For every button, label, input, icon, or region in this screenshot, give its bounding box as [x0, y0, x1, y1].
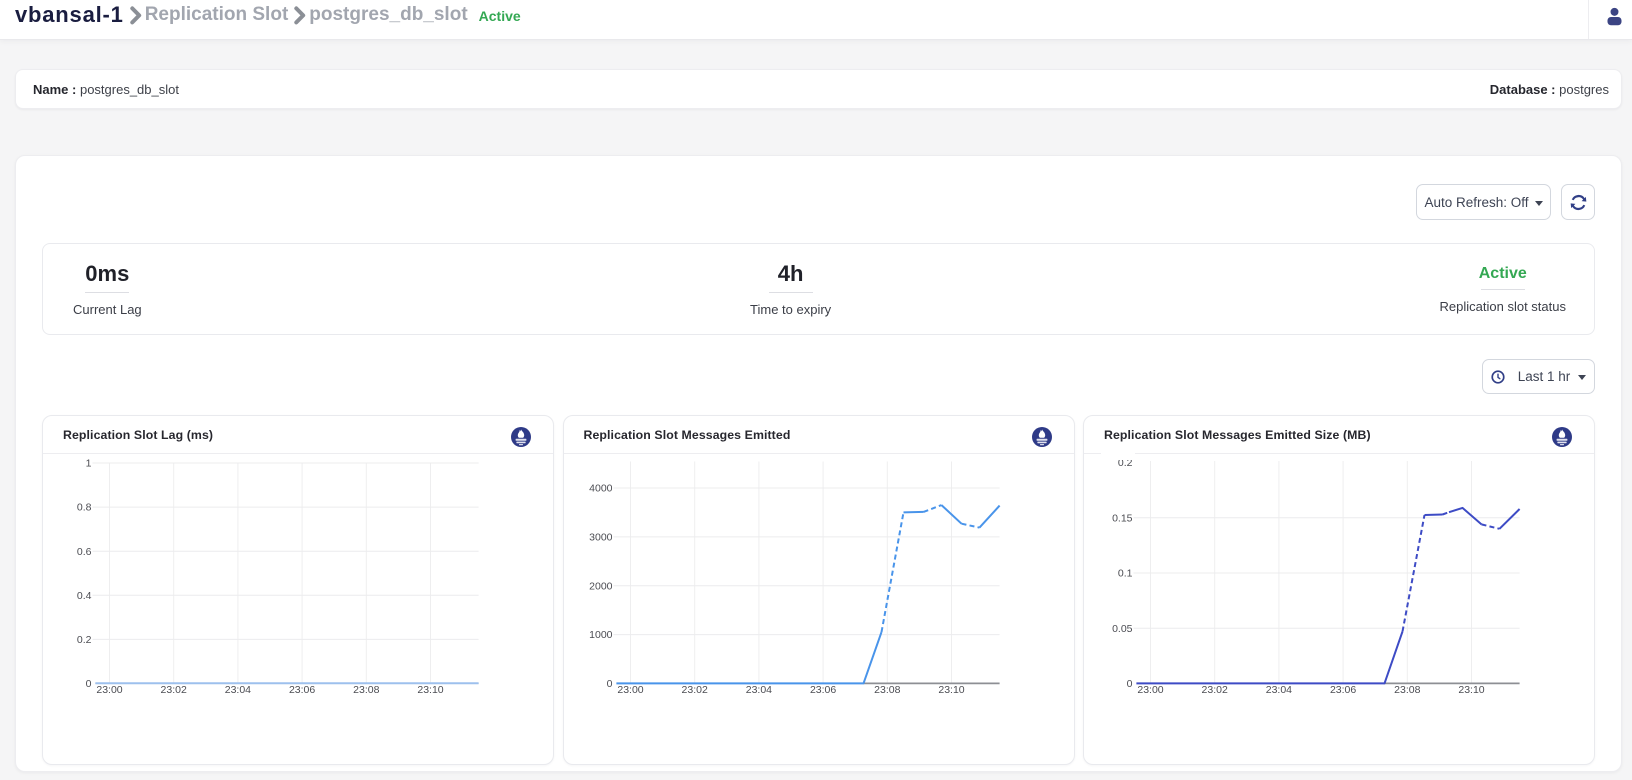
- svg-text:23:02: 23:02: [681, 684, 707, 696]
- svg-text:0: 0: [1127, 678, 1133, 690]
- svg-text:23:08: 23:08: [354, 684, 380, 696]
- svg-text:3000: 3000: [589, 531, 613, 543]
- svg-text:23:02: 23:02: [161, 684, 187, 696]
- svg-text:0.1: 0.1: [1118, 567, 1133, 579]
- svg-text:23:02: 23:02: [1202, 684, 1228, 696]
- svg-text:0: 0: [86, 678, 92, 690]
- svg-text:4000: 4000: [589, 482, 613, 494]
- svg-text:23:06: 23:06: [810, 684, 836, 696]
- svg-text:1: 1: [86, 457, 92, 469]
- svg-text:0.4: 0.4: [77, 590, 92, 602]
- svg-text:23:04: 23:04: [746, 684, 772, 696]
- svg-text:23:10: 23:10: [938, 684, 964, 696]
- svg-text:23:10: 23:10: [1459, 684, 1485, 696]
- svg-text:23:10: 23:10: [418, 684, 444, 696]
- svg-text:0.8: 0.8: [77, 501, 92, 513]
- svg-text:23:08: 23:08: [1395, 684, 1421, 696]
- svg-text:1000: 1000: [589, 629, 613, 641]
- svg-text:0.2: 0.2: [77, 634, 92, 646]
- svg-text:23:06: 23:06: [1330, 684, 1356, 696]
- svg-text:23:00: 23:00: [617, 684, 643, 696]
- svg-text:23:00: 23:00: [1138, 684, 1164, 696]
- svg-text:0.05: 0.05: [1112, 623, 1133, 635]
- svg-text:23:06: 23:06: [289, 684, 315, 696]
- svg-text:23:04: 23:04: [225, 684, 251, 696]
- svg-text:0.15: 0.15: [1112, 512, 1133, 524]
- svg-text:23:00: 23:00: [97, 684, 123, 696]
- svg-text:2000: 2000: [589, 580, 613, 592]
- svg-text:0.6: 0.6: [77, 546, 92, 558]
- svg-text:0: 0: [607, 678, 613, 690]
- svg-text:23:04: 23:04: [1266, 684, 1292, 696]
- svg-text:23:08: 23:08: [874, 684, 900, 696]
